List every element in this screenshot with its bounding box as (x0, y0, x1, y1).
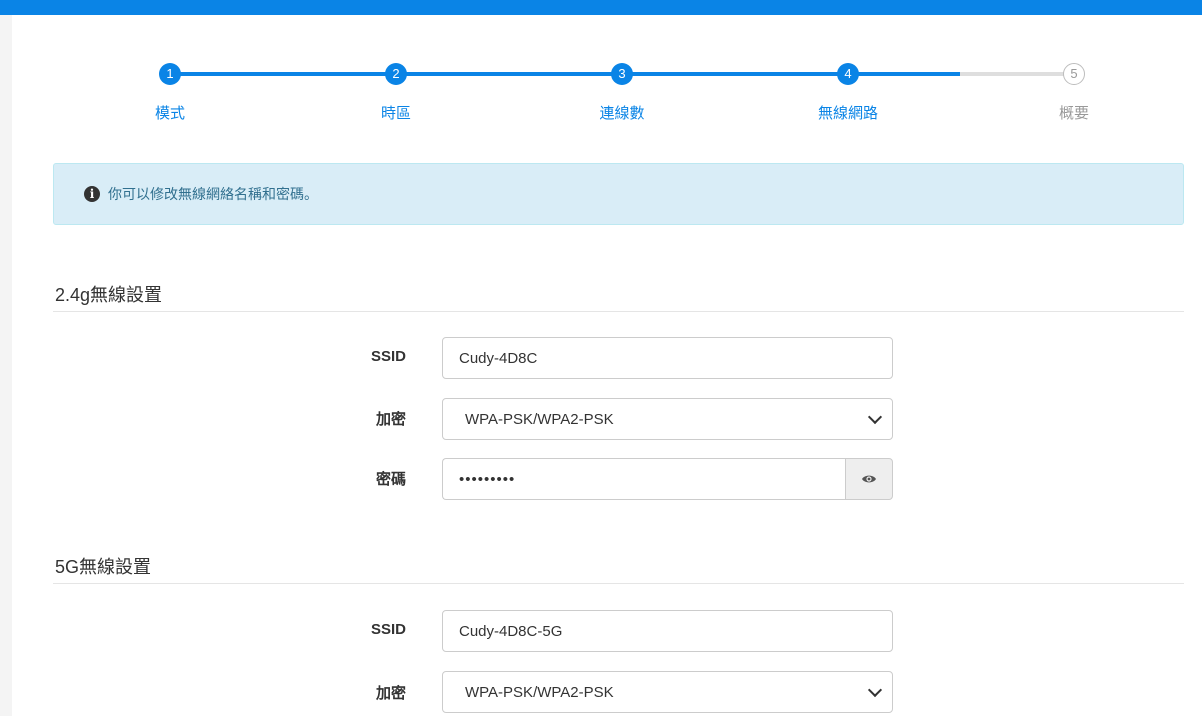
step-5-label: 概要 (1058, 105, 1089, 122)
top-banner (0, 0, 1202, 15)
step-connector-1-2 (170, 72, 396, 76)
section-divider-24g (53, 311, 1184, 312)
show-password-24g-button[interactable] (845, 458, 893, 500)
ssid-24g-input[interactable]: Cudy-4D8C (442, 337, 893, 379)
step-connector-4-5-done (848, 72, 960, 76)
step-2-label[interactable]: 時區 (336, 102, 456, 123)
encryption-5g-value: WPA-PSK/WPA2-PSK (465, 683, 614, 701)
step-connector-4-5-todo (960, 72, 1074, 76)
section-title-24g: 2.4g無線設置 (55, 285, 163, 305)
ssid-24g-label: SSID (370, 348, 406, 365)
chevron-down-icon (867, 682, 883, 697)
step-3-label[interactable]: 連線數 (562, 102, 682, 123)
chevron-down-icon (867, 409, 883, 424)
encryption-24g-value: WPA-PSK/WPA2-PSK (465, 410, 614, 428)
step-3-circle[interactable]: 3 (611, 63, 633, 85)
step-2-circle[interactable]: 2 (385, 63, 407, 85)
wizard-stepper: 1 2 3 4 5 模式 時區 連線數 無線網路 概要 (12, 15, 1202, 135)
step-connector-2-3 (396, 72, 622, 76)
step-5-circle: 5 (1063, 63, 1085, 85)
encryption-5g-select[interactable]: WPA-PSK/WPA2-PSK (442, 671, 893, 713)
section-title-5g: 5G無線設置 (55, 557, 152, 577)
section-divider-5g (53, 583, 1184, 584)
step-1-circle[interactable]: 1 (159, 63, 181, 85)
password-24g-input[interactable]: ••••••••• (442, 458, 845, 500)
eye-icon (862, 475, 876, 483)
password-24g-label: 密碼 (375, 471, 406, 488)
ssid-5g-label: SSID (370, 621, 406, 638)
step-4-label[interactable]: 無線網路 (788, 102, 908, 123)
encryption-24g-label: 加密 (375, 411, 406, 428)
step-connector-3-4 (622, 72, 848, 76)
ssid-5g-input[interactable]: Cudy-4D8C-5G (442, 610, 893, 652)
ssid-5g-value: Cudy-4D8C-5G (459, 622, 563, 640)
encryption-5g-label: 加密 (375, 685, 406, 702)
info-alert: i 你可以修改無線網絡名稱和密碼。 (53, 163, 1184, 225)
ssid-24g-value: Cudy-4D8C (459, 349, 538, 367)
info-alert-text: 你可以修改無線網絡名稱和密碼。 (108, 186, 318, 202)
wizard-page: 1 2 3 4 5 模式 時區 連線數 無線網路 概要 i 你可以修改無線網絡名… (12, 15, 1202, 716)
password-24g-value: ••••••••• (459, 470, 516, 488)
step-1-label[interactable]: 模式 (110, 102, 230, 123)
password-24g-group: ••••••••• (442, 458, 893, 500)
step-4-circle[interactable]: 4 (837, 63, 859, 85)
info-circle-icon: i (84, 186, 100, 202)
encryption-24g-select[interactable]: WPA-PSK/WPA2-PSK (442, 398, 893, 440)
